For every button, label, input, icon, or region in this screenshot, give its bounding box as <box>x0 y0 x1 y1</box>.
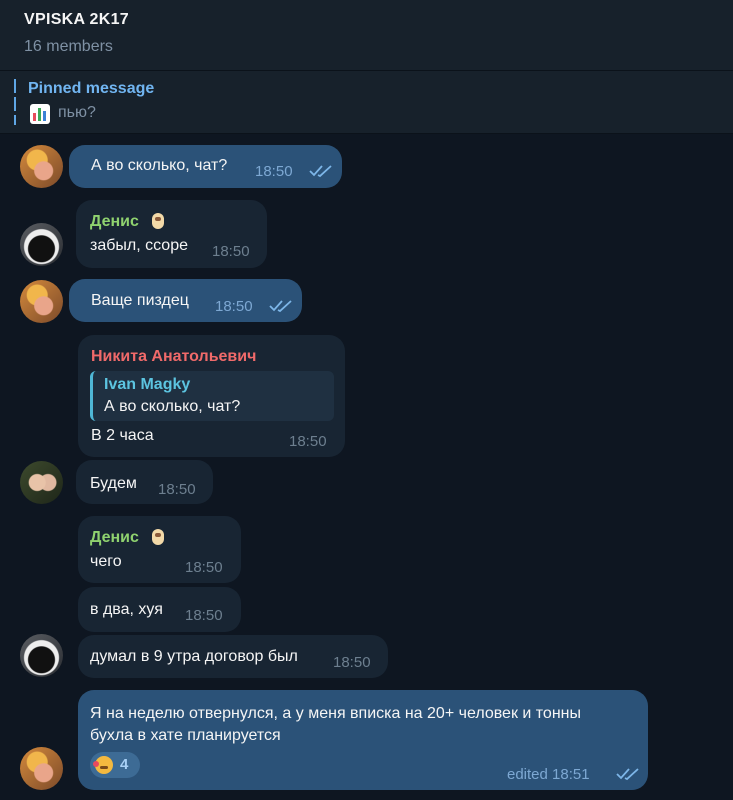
sender-name[interactable]: Никита Анатольевич <box>91 348 256 366</box>
reply-author: Ivan Magky <box>104 376 191 393</box>
pinned-indicator <box>14 79 16 125</box>
message-bubble[interactable]: Денис забыл, ссоре 18:50 <box>76 200 267 268</box>
message-time: edited 18:51 <box>507 766 590 783</box>
smiling-face-with-hearts-icon <box>93 756 113 774</box>
chat-header[interactable]: VPISKA 2K17 16 members <box>0 0 733 71</box>
message-text: чего <box>90 553 122 570</box>
message-bubble[interactable]: Я на неделю отвернулся, а у меня вписка … <box>78 690 648 790</box>
message-text: в два, хуя <box>90 601 163 618</box>
message-time: 18:50 <box>215 298 253 315</box>
message-bubble[interactable]: Будем 18:50 <box>76 460 213 504</box>
message-text: забыл, ссоре <box>90 237 188 254</box>
message-bubble[interactable]: Денис чего 18:50 <box>78 516 241 583</box>
pinned-message-bar[interactable]: Pinned message пью? <box>0 71 733 134</box>
chat-title[interactable]: VPISKA 2K17 <box>24 11 129 29</box>
cat-sticker-icon <box>149 211 167 231</box>
message-bubble[interactable]: Никита Анатольевич Ivan Magky А во сколь… <box>78 335 345 457</box>
avatar[interactable] <box>20 634 63 677</box>
message-time: 18:50 <box>212 243 250 260</box>
reply-preview[interactable]: Ivan Magky А во сколько, чат? <box>90 371 334 421</box>
message-time: 18:50 <box>185 607 223 624</box>
message-bubble[interactable]: Ваще пиздец 18:50 <box>69 279 302 322</box>
message-time: 18:50 <box>255 163 293 180</box>
member-count: 16 members <box>24 38 113 55</box>
cat-sticker-icon <box>149 527 167 547</box>
message-bubble[interactable]: А во сколько, чат? 18:50 <box>69 145 342 188</box>
message-time: 18:50 <box>185 559 223 576</box>
message-text: думал в 9 утра договор был <box>90 648 298 665</box>
double-check-icon <box>269 300 292 313</box>
pinned-text: пью? <box>58 104 96 121</box>
pinned-title: Pinned message <box>28 80 155 97</box>
message-bubble[interactable]: в два, хуя 18:50 <box>78 587 241 632</box>
message-text: Ваще пиздец <box>91 292 189 309</box>
avatar[interactable] <box>20 223 63 266</box>
message-text: А во сколько, чат? <box>91 157 228 174</box>
message-text-line-1: Я на неделю отвернулся, а у меня вписка … <box>90 705 581 722</box>
sender-name[interactable]: Денис <box>90 213 139 231</box>
message-time: 18:50 <box>333 654 371 671</box>
message-text: Будем <box>90 475 137 492</box>
avatar[interactable] <box>20 461 63 504</box>
chat-window: VPISKA 2K17 16 members Pinned message пь… <box>0 0 733 800</box>
message-bubble[interactable]: думал в 9 утра договор был 18:50 <box>78 635 388 678</box>
avatar[interactable] <box>20 747 63 790</box>
sender-name[interactable]: Денис <box>90 529 139 547</box>
reaction-chip[interactable]: 4 <box>90 752 140 778</box>
message-time: 18:50 <box>158 481 196 498</box>
bar-chart-icon <box>30 104 50 124</box>
avatar[interactable] <box>20 280 63 323</box>
double-check-icon <box>616 768 639 781</box>
message-text-line-2: бухла в хате планируется <box>90 727 281 744</box>
message-text: В 2 часа <box>91 427 154 444</box>
reply-text: А во сколько, чат? <box>104 398 241 415</box>
message-time: 18:50 <box>289 433 327 450</box>
double-check-icon <box>309 165 332 178</box>
avatar[interactable] <box>20 145 63 188</box>
reaction-count: 4 <box>120 756 129 773</box>
